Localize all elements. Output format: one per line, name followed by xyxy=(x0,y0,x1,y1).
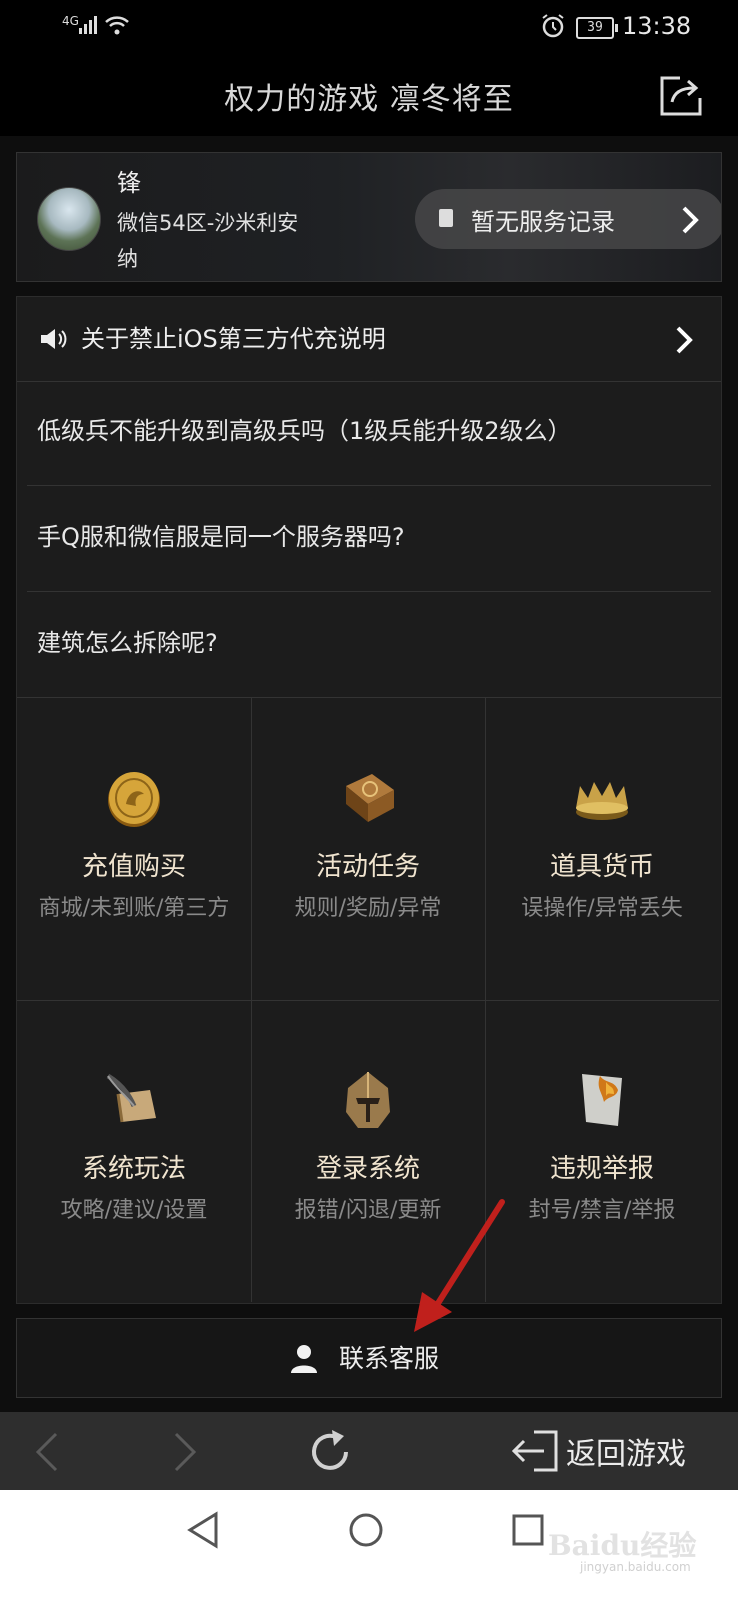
document-icon xyxy=(439,209,453,227)
contact-support-button[interactable]: 联系客服 xyxy=(16,1318,722,1398)
wifi-icon xyxy=(105,16,129,35)
alarm-icon xyxy=(542,14,564,38)
help-panel: 关于禁止iOS第三方代充说明 低级兵不能升级到高级兵吗（1级兵能升级2级么） 手… xyxy=(16,296,722,1304)
back-arrow-icon[interactable] xyxy=(32,1432,62,1472)
user-server-line1: 微信54区-沙米利安 xyxy=(117,211,299,235)
helmet-icon xyxy=(346,1072,390,1128)
baidu-watermark-url: jingyan.baidu.com xyxy=(580,1560,691,1574)
faq-item[interactable]: 手Q服和微信服是同一个服务器吗? xyxy=(27,485,711,592)
return-to-game-label[interactable]: 返回游戏 xyxy=(566,1429,686,1473)
user-name: 锋 xyxy=(117,169,141,197)
faq-item[interactable]: 建筑怎么拆除呢? xyxy=(27,591,711,697)
notice-row[interactable]: 关于禁止iOS第三方代充说明 xyxy=(17,297,721,382)
gold-coin-icon xyxy=(108,772,160,827)
signal-icon xyxy=(79,16,97,34)
user-server-line2: 纳 xyxy=(117,247,138,271)
user-card: 锋 微信54区-沙米利安 纳 暂无服务记录 xyxy=(16,152,722,282)
faq-text: 手Q服和微信服是同一个服务器吗? xyxy=(37,523,405,551)
person-icon xyxy=(291,1345,317,1373)
nav-recents-icon[interactable] xyxy=(510,1510,546,1550)
reload-icon[interactable] xyxy=(306,1428,354,1476)
status-time: 13:38 xyxy=(622,12,692,40)
category-events[interactable]: 活动任务 规则/奖励/异常 xyxy=(251,698,486,1001)
faq-item[interactable]: 低级兵不能升级到高级兵吗（1级兵能升级2级么） xyxy=(27,379,711,486)
user-server: 微信54区-沙米利安 纳 xyxy=(117,205,327,277)
category-desc: 攻略/建议/设置 xyxy=(60,1198,208,1223)
notice-text: 关于禁止iOS第三方代充说明 xyxy=(81,325,386,353)
chevron-right-icon xyxy=(682,206,699,234)
category-items[interactable]: 道具货币 误操作/异常丢失 xyxy=(485,698,719,1001)
crown-icon xyxy=(576,782,628,820)
category-name: 活动任务 xyxy=(315,852,420,882)
share-icon[interactable] xyxy=(658,72,704,118)
exit-icon[interactable] xyxy=(510,1428,560,1474)
category-name: 登录系统 xyxy=(315,1154,420,1184)
nav-home-icon[interactable] xyxy=(346,1510,386,1550)
chevron-right-icon xyxy=(676,326,693,354)
category-name: 违规举报 xyxy=(549,1154,654,1184)
category-recharge[interactable]: 充值购买 商城/未到账/第三方 xyxy=(17,698,252,1001)
category-desc: 规则/奖励/异常 xyxy=(294,896,442,921)
category-name: 系统玩法 xyxy=(81,1154,186,1184)
category-desc: 商城/未到账/第三方 xyxy=(38,896,230,921)
status-bar: 4G 39 13:38 xyxy=(0,0,738,56)
browser-toolbar: 返回游戏 xyxy=(0,1412,738,1490)
burning-paper-icon xyxy=(582,1074,622,1126)
forward-arrow-icon[interactable] xyxy=(170,1432,200,1472)
annotation-arrow-icon xyxy=(414,1199,505,1332)
service-record-label: 暂无服务记录 xyxy=(471,208,615,236)
category-report[interactable]: 违规举报 封号/禁言/举报 xyxy=(485,1000,719,1302)
category-desc: 误操作/异常丢失 xyxy=(521,896,683,921)
battery-indicator: 39 xyxy=(576,17,618,39)
system-nav-bar: Baidu经验 jingyan.baidu.com xyxy=(0,1490,738,1600)
category-desc: 封号/禁言/举报 xyxy=(528,1198,676,1223)
page-title: 权力的游戏 凛冬将至 xyxy=(224,82,514,117)
scroll-quill-icon xyxy=(106,1073,156,1123)
category-gameplay[interactable]: 系统玩法 攻略/建议/设置 xyxy=(17,1000,252,1302)
avatar xyxy=(37,187,101,251)
baidu-watermark: Baidu经验 xyxy=(548,1529,697,1562)
contact-support-label: 联系客服 xyxy=(339,1344,440,1373)
book-icon xyxy=(346,774,394,822)
service-record-button[interactable]: 暂无服务记录 xyxy=(415,189,721,249)
faq-text: 建筑怎么拆除呢? xyxy=(37,629,218,657)
network-type: 4G xyxy=(62,14,79,28)
category-name: 充值购买 xyxy=(81,852,186,882)
nav-back-icon[interactable] xyxy=(186,1510,220,1550)
category-name: 道具货币 xyxy=(549,852,654,882)
faq-text: 低级兵不能升级到高级兵吗（1级兵能升级2级么） xyxy=(37,417,572,445)
speaker-icon xyxy=(41,329,67,349)
title-bar: 权力的游戏 凛冬将至 xyxy=(0,56,738,136)
category-grid: 充值购买 商城/未到账/第三方 活动任务 规则/奖励/异常 道具货币 误操作/异… xyxy=(17,697,721,1304)
